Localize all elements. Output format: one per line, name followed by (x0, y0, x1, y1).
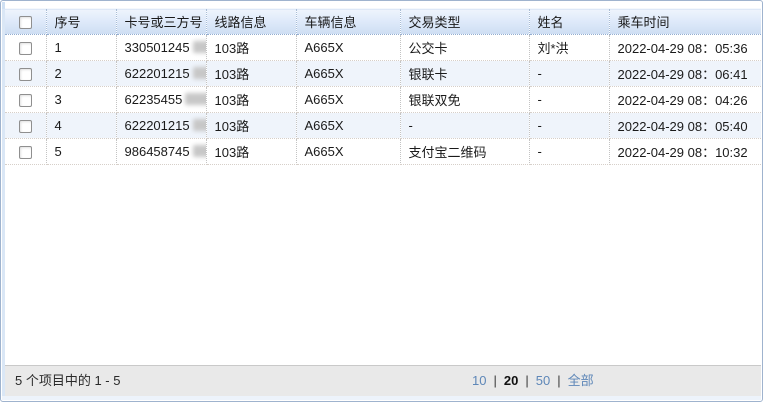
row-checkbox-cell (5, 139, 46, 165)
table-row: 2622201215103路A665X银联卡-2022-04-29 08：06:… (5, 61, 761, 87)
cell-card-number: 986458745 (116, 139, 206, 165)
cell-index: 2 (46, 61, 116, 87)
masked-card-digits (193, 119, 206, 131)
header-checkbox-cell (5, 9, 46, 35)
cell-vehicle-info: A665X (296, 113, 400, 139)
select-all-checkbox[interactable] (19, 16, 32, 29)
cell-card-number: 622201215 (116, 113, 206, 139)
row-checkbox[interactable] (19, 146, 32, 159)
pagination-footer: 5 个项目中的 1 - 5 10 | 20 | 50 | 全部 (5, 365, 761, 396)
table-header-row: 序号 卡号或三方号 线路信息 车辆信息 交易类型 姓名 乘车时间 (5, 9, 761, 35)
transactions-panel: 序号 卡号或三方号 线路信息 车辆信息 交易类型 姓名 乘车时间 1330501… (0, 0, 763, 402)
cell-vehicle-info: A665X (296, 61, 400, 87)
table-row: 362235455103路A665X银联双免-2022-04-29 08：04:… (5, 87, 761, 113)
row-checkbox[interactable] (19, 42, 32, 55)
column-header-index: 序号 (46, 9, 116, 35)
masked-card-digits (193, 145, 206, 157)
cell-card-number: 62235455 (116, 87, 206, 113)
column-header-type: 交易类型 (400, 9, 529, 35)
column-header-card: 卡号或三方号 (116, 9, 206, 35)
cell-transaction-type: 银联卡 (400, 61, 529, 87)
panel-bottom-frame (2, 396, 761, 400)
cell-card-number: 330501245 (116, 35, 206, 61)
column-header-line: 线路信息 (206, 9, 296, 35)
cell-vehicle-info: A665X (296, 35, 400, 61)
table-content-area: 序号 卡号或三方号 线路信息 车辆信息 交易类型 姓名 乘车时间 1330501… (5, 2, 761, 396)
cell-index: 4 (46, 113, 116, 139)
row-checkbox-cell (5, 87, 46, 113)
cell-line-info: 103路 (206, 87, 296, 113)
table-row: 1330501245103路A665X公交卡刘*洪2022-04-29 08：0… (5, 35, 761, 61)
cell-ride-time: 2022-04-29 08：06:41 (609, 61, 761, 87)
cell-transaction-type: 支付宝二维码 (400, 139, 529, 165)
table-row: 4622201215103路A665X--2022-04-29 08：05:40 (5, 113, 761, 139)
cell-vehicle-info: A665X (296, 139, 400, 165)
cell-vehicle-info: A665X (296, 87, 400, 113)
table-row: 5986458745103路A665X支付宝二维码-2022-04-29 08：… (5, 139, 761, 165)
row-checkbox[interactable] (19, 68, 32, 81)
cell-line-info: 103路 (206, 35, 296, 61)
masked-card-digits (185, 93, 206, 105)
row-checkbox-cell (5, 35, 46, 61)
cell-line-info: 103路 (206, 139, 296, 165)
masked-card-digits (193, 41, 206, 53)
cell-index: 5 (46, 139, 116, 165)
row-checkbox-cell (5, 61, 46, 87)
pager-separator: | (557, 373, 560, 388)
column-header-vehicle: 车辆信息 (296, 9, 400, 35)
page-size-50[interactable]: 50 (536, 373, 550, 388)
row-checkbox[interactable] (19, 120, 32, 133)
cell-ride-time: 2022-04-29 08：10:32 (609, 139, 761, 165)
row-checkbox[interactable] (19, 94, 32, 107)
masked-card-digits (193, 67, 206, 79)
cell-ride-time: 2022-04-29 08：05:36 (609, 35, 761, 61)
cell-passenger-name: 刘*洪 (529, 35, 609, 61)
cell-card-number: 622201215 (116, 61, 206, 87)
pager-separator: | (525, 373, 528, 388)
row-checkbox-cell (5, 113, 46, 139)
pagination-summary: 5 个项目中的 1 - 5 (15, 366, 120, 396)
pager-separator: | (493, 373, 496, 388)
column-header-time: 乘车时间 (609, 9, 761, 35)
cell-passenger-name: - (529, 113, 609, 139)
page-size-全部[interactable]: 全部 (568, 373, 594, 388)
cell-transaction-type: - (400, 113, 529, 139)
cell-index: 1 (46, 35, 116, 61)
transactions-table: 序号 卡号或三方号 线路信息 车辆信息 交易类型 姓名 乘车时间 1330501… (5, 8, 761, 165)
cell-line-info: 103路 (206, 61, 296, 87)
cell-passenger-name: - (529, 87, 609, 113)
cell-line-info: 103路 (206, 113, 296, 139)
cell-index: 3 (46, 87, 116, 113)
column-header-name: 姓名 (529, 9, 609, 35)
cell-passenger-name: - (529, 61, 609, 87)
cell-passenger-name: - (529, 139, 609, 165)
page-size-20: 20 (504, 373, 518, 388)
cell-transaction-type: 银联双免 (400, 87, 529, 113)
page-size-10[interactable]: 10 (472, 373, 486, 388)
cell-ride-time: 2022-04-29 08：04:26 (609, 87, 761, 113)
cell-transaction-type: 公交卡 (400, 35, 529, 61)
page-size-selector: 10 | 20 | 50 | 全部 (465, 366, 601, 396)
cell-ride-time: 2022-04-29 08：05:40 (609, 113, 761, 139)
